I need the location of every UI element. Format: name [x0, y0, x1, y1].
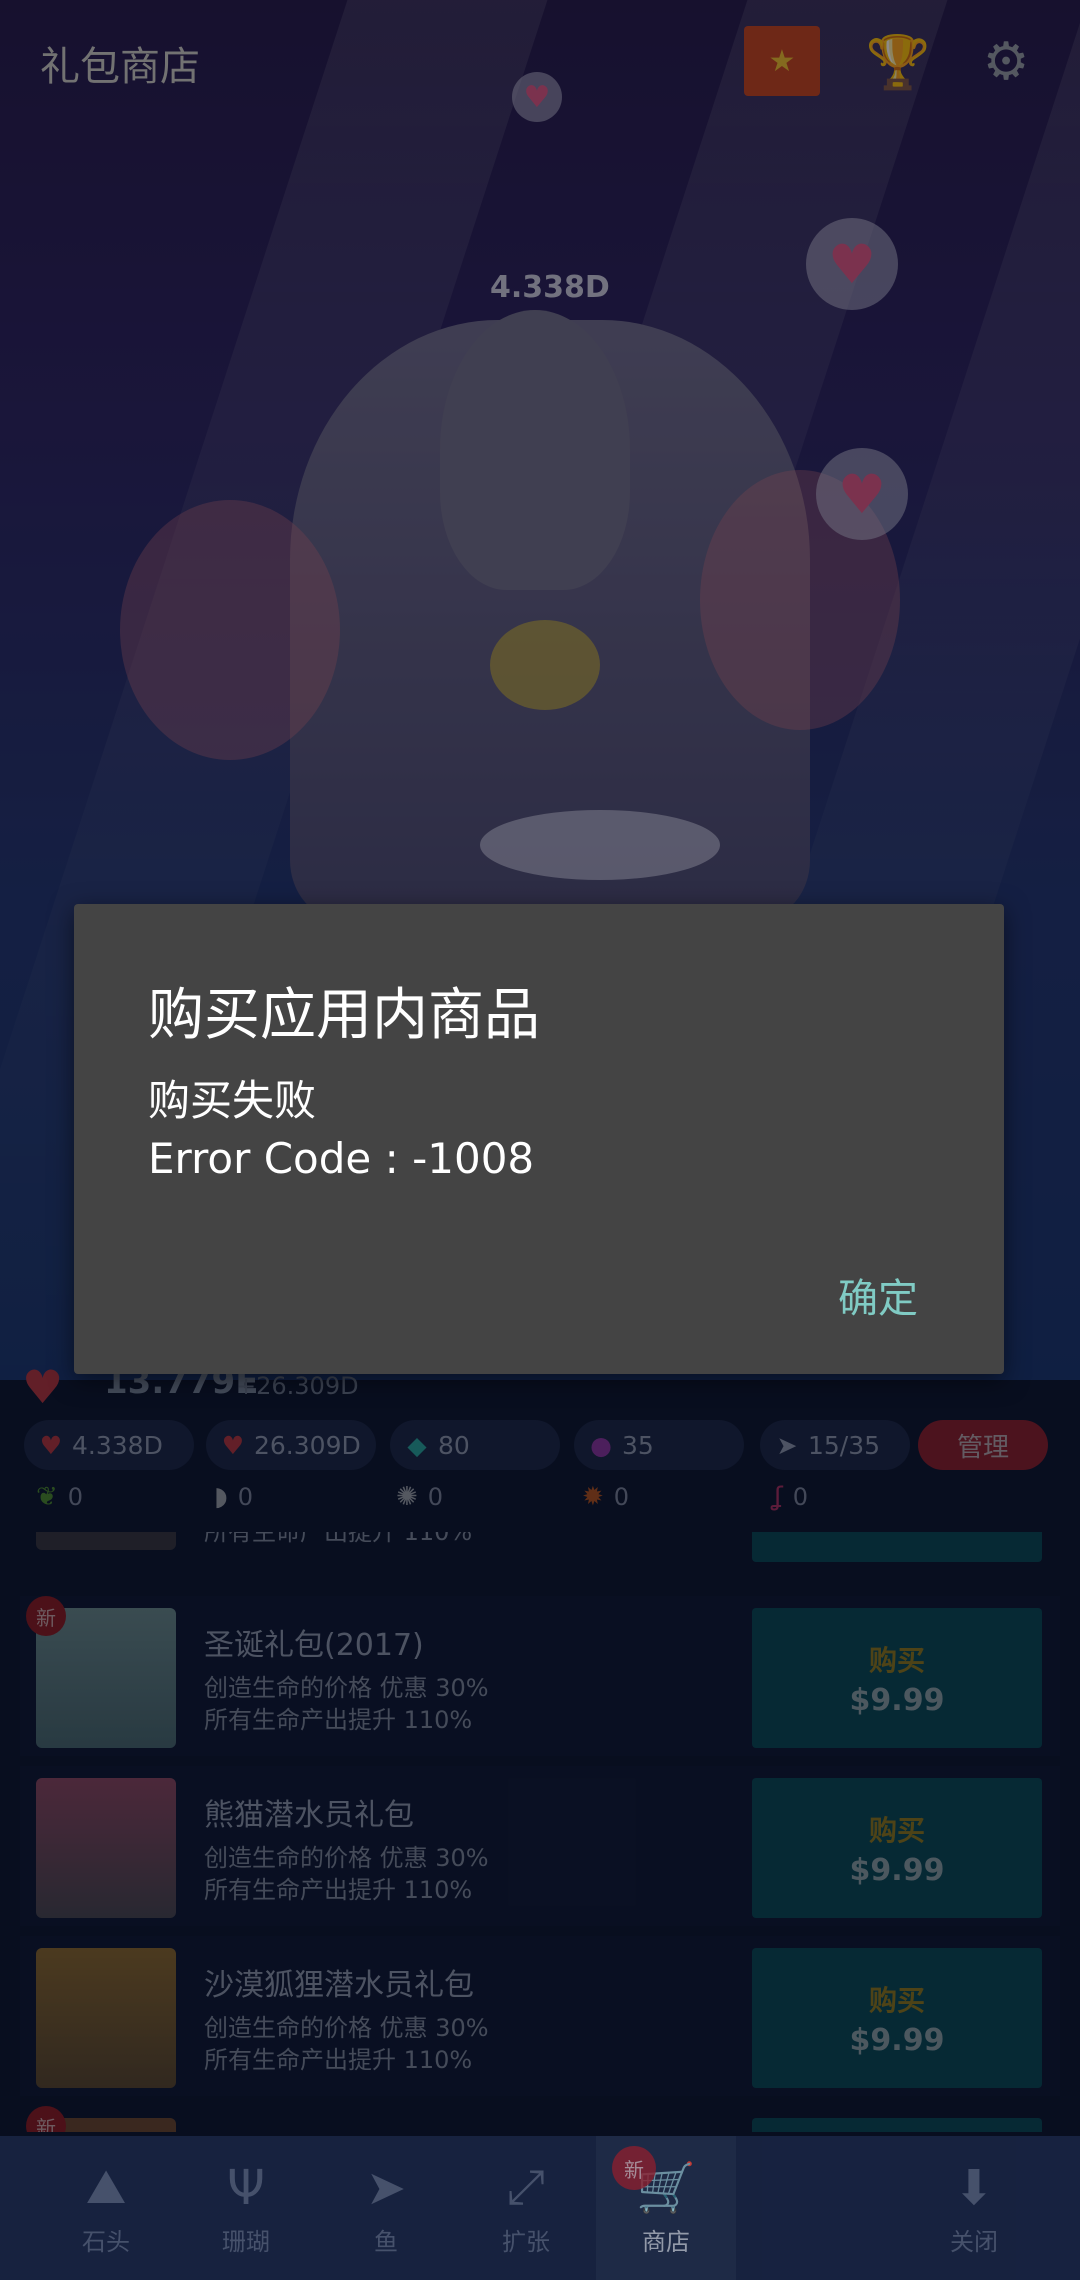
nav-item-stone[interactable]: ⛰ 石头	[36, 2136, 176, 2280]
nav-label: 关闭	[950, 2227, 998, 2256]
nav-label: 鱼	[374, 2227, 398, 2256]
dialog-message-line: 购买失败	[148, 1076, 317, 1125]
nav-item-coral[interactable]: Ψ 珊瑚	[176, 2136, 316, 2280]
stone-icon: ⛰	[85, 2159, 127, 2215]
bottom-nav: ⛰ 石头 Ψ 珊瑚 ➤ 鱼 ⤢ 扩张 🛒 商店 ⬇ 关闭	[0, 2136, 1080, 2280]
fish-icon: ➤	[365, 2159, 407, 2216]
nav-item-close[interactable]: ⬇ 关闭	[904, 2136, 1044, 2280]
nav-label: 商店	[642, 2228, 690, 2256]
dialog-error-code: Error Code : -1008	[148, 1134, 535, 1183]
close-download-icon: ⬇	[953, 2159, 995, 2216]
expand-icon: ⤢	[506, 2159, 546, 2215]
dialog-message: 购买失败 Error Code : -1008	[148, 1072, 534, 1188]
shop-new-badge: 新	[612, 2146, 656, 2190]
nav-label: 珊瑚	[222, 2227, 270, 2256]
coral-icon: Ψ	[227, 2159, 265, 2216]
dialog-title: 购买应用内商品	[148, 983, 540, 1048]
purchase-dialog: 购买应用内商品 购买失败 Error Code : -1008 确定	[74, 904, 1004, 1374]
nav-label: 扩张	[502, 2228, 550, 2256]
nav-item-expand[interactable]: ⤢ 扩张	[456, 2136, 596, 2280]
nav-item-fish[interactable]: ➤ 鱼	[316, 2136, 456, 2280]
nav-label: 石头	[82, 2228, 130, 2256]
ok-button[interactable]: 确定	[838, 1266, 918, 1324]
